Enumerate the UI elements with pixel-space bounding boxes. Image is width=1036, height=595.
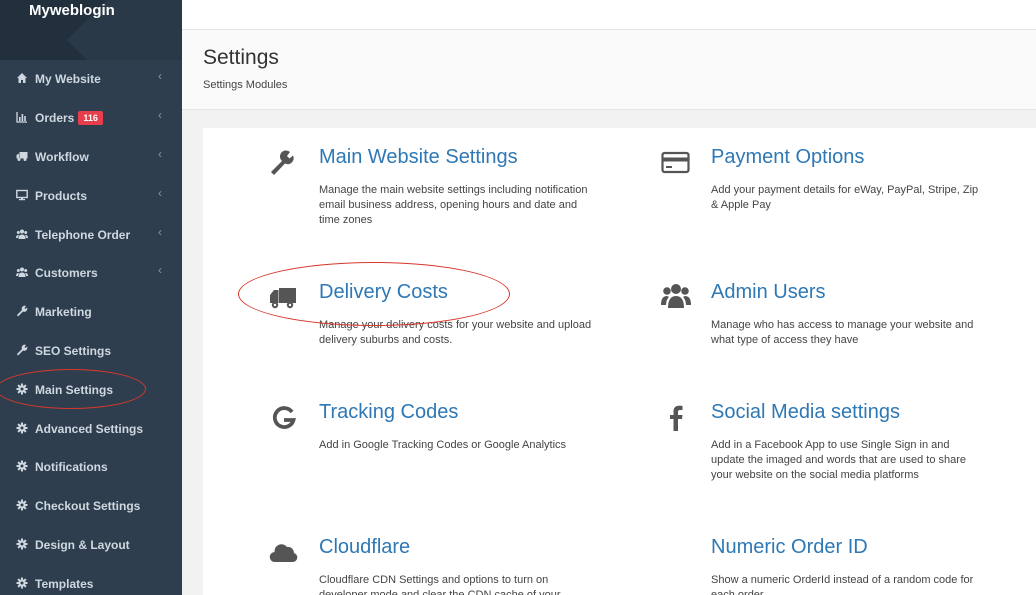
monitor-icon xyxy=(16,189,28,201)
module-description: Manage the main website settings includi… xyxy=(319,184,588,226)
truck-icon xyxy=(270,288,296,309)
module-title-link[interactable]: Admin Users xyxy=(711,281,825,304)
chevron-left-icon: ‹ xyxy=(158,147,162,161)
sidebar-item-label: Products xyxy=(35,189,88,203)
sidebar-item-design-layout[interactable]: Design & Layout xyxy=(0,526,182,565)
module-description: Cloudflare CDN Settings and options to t… xyxy=(319,574,561,595)
brand-name: Myweblogin xyxy=(29,2,115,19)
settings-modules-card: Main Website Settings Manage the main we… xyxy=(203,128,1036,595)
module-description: Show a numeric OrderId instead of a rand… xyxy=(711,574,974,595)
wrench-icon xyxy=(17,344,28,356)
page-header: Settings Settings Modules xyxy=(182,30,1036,110)
sidebar-item-seo-settings[interactable]: SEO Settings xyxy=(0,332,182,371)
gear-icon xyxy=(16,422,28,434)
page-subtitle: Settings Modules xyxy=(203,79,288,91)
sidebar-item-label: My Website xyxy=(35,72,101,86)
sidebar-item-customers[interactable]: Customers ‹ xyxy=(0,254,182,293)
sidebar-item-workflow[interactable]: Workflow ‹ xyxy=(0,138,182,177)
sidebar-item-label: Customers xyxy=(35,266,98,280)
cloud-icon xyxy=(269,544,298,563)
sidebar-item-label: Telephone Order xyxy=(35,228,131,242)
chevron-left-icon: ‹ xyxy=(158,108,162,122)
sidebar-item-my-website[interactable]: My Website ‹ xyxy=(0,60,182,99)
module-title-link[interactable]: Social Media settings xyxy=(711,401,900,424)
page-title: Settings xyxy=(203,46,279,69)
sidebar-item-label: Orders xyxy=(35,111,75,125)
sidebar-item-checkout-settings[interactable]: Checkout Settings xyxy=(0,487,182,526)
sidebar-item-label: Design & Layout xyxy=(35,538,130,552)
module-description: Add your payment details for eWay, PayPa… xyxy=(711,184,979,211)
truck-icon xyxy=(16,152,28,161)
wrench-icon xyxy=(271,150,294,175)
gear-icon xyxy=(16,460,28,472)
module-title-link[interactable]: Main Website Settings xyxy=(319,146,518,169)
gear-icon xyxy=(16,383,28,395)
credit-card-icon xyxy=(661,151,690,174)
sidebar-item-templates[interactable]: Templates xyxy=(0,565,182,595)
users-icon xyxy=(16,267,28,277)
chevron-left-icon: ‹ xyxy=(158,186,162,200)
chevron-left-icon: ‹ xyxy=(158,225,162,239)
brand-area[interactable]: Myweblogin xyxy=(0,0,182,60)
facebook-icon xyxy=(670,405,683,431)
module-title-link[interactable]: Cloudflare xyxy=(319,536,410,559)
users-icon xyxy=(16,229,28,239)
sidebar-item-label: Templates xyxy=(35,577,94,591)
sidebar-item-label: SEO Settings xyxy=(35,344,112,358)
sidebar-item-main-settings[interactable]: Main Settings xyxy=(0,371,182,410)
wrench-icon xyxy=(17,305,28,317)
sidebar-item-advanced-settings[interactable]: Advanced Settings xyxy=(0,410,182,449)
sidebar-item-label: Marketing xyxy=(35,305,92,319)
top-bar xyxy=(182,0,1036,30)
sidebar-item-telephone-order[interactable]: Telephone Order ‹ xyxy=(0,216,182,255)
sidebar-item-label: Main Settings xyxy=(35,383,114,397)
gear-icon xyxy=(16,499,28,511)
chevron-left-icon: ‹ xyxy=(158,69,162,83)
sidebar-item-notifications[interactable]: Notifications xyxy=(0,448,182,487)
gear-icon xyxy=(16,538,28,550)
sidebar-item-label: Workflow xyxy=(35,150,89,164)
users-icon xyxy=(661,284,691,308)
sidebar-item-label: Advanced Settings xyxy=(35,422,144,436)
home-icon xyxy=(17,73,27,83)
sidebar-item-products[interactable]: Products ‹ xyxy=(0,177,182,216)
google-icon xyxy=(272,406,296,429)
gear-icon xyxy=(16,577,28,589)
orders-count-badge: 116 xyxy=(78,111,103,125)
module-title-link[interactable]: Numeric Order ID xyxy=(711,536,868,559)
sidebar: Myweblogin My Website ‹ Orders 116 ‹ Work… xyxy=(0,0,182,595)
sidebar-item-marketing[interactable]: Marketing xyxy=(0,293,182,332)
module-description: Add in Google Tracking Codes or Google A… xyxy=(319,439,567,451)
module-title-link[interactable]: Delivery Costs xyxy=(319,281,448,304)
module-description: Add in a Facebook App to use Single Sign… xyxy=(711,439,967,481)
sidebar-item-label: Checkout Settings xyxy=(35,499,141,513)
sidebar-item-label: Notifications xyxy=(35,460,108,474)
module-title-link[interactable]: Tracking Codes xyxy=(319,401,458,424)
chevron-left-icon: ‹ xyxy=(158,263,162,277)
sidebar-item-orders[interactable]: Orders 116 ‹ xyxy=(0,99,182,138)
bar-chart-icon xyxy=(16,112,27,123)
module-description: Manage who has access to manage your web… xyxy=(711,319,974,346)
module-description: Manage your delivery costs for your webs… xyxy=(319,319,592,346)
module-title-link[interactable]: Payment Options xyxy=(711,146,864,169)
